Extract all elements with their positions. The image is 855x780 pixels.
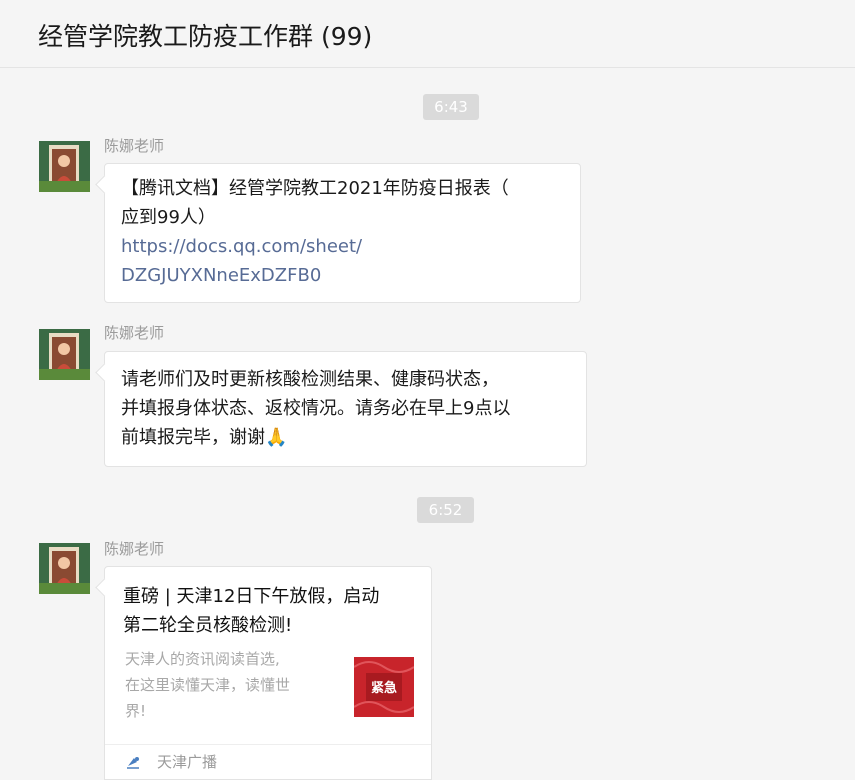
group-title: 经管学院教工防疫工作群 (99) (38, 22, 373, 51)
avatar-portrait-icon (39, 141, 90, 192)
message-text-line: 并填报身体状态、返校情况。请务必在早上9点以 (121, 398, 511, 419)
chat-header: 经管学院教工防疫工作群 (99) (0, 0, 855, 68)
avatar[interactable] (39, 329, 90, 380)
avatar-portrait-icon (39, 329, 90, 380)
article-source[interactable]: 天津广播 (105, 744, 431, 779)
article-desc-line: 在这里读懂天津，读懂世 (125, 676, 291, 694)
article-thumbnail: 紧急 (354, 657, 414, 717)
thumbnail-text: 紧急 (370, 681, 397, 696)
avatar-portrait-icon (39, 543, 90, 594)
sender-name: 陈娜老师 (104, 137, 165, 155)
article-title-line: 第二轮全员核酸检测! (123, 615, 293, 636)
message-text-line: 应到99人） (121, 207, 216, 228)
timestamp: 6:52 (417, 497, 474, 523)
message-text-line: 请老师们及时更新核酸检测结果、健康码状态， (121, 369, 499, 390)
article-card[interactable]: 重磅 | 天津12日下午放假，启动 第二轮全员核酸检测! 天津人的资讯阅读首选,… (104, 566, 432, 780)
timestamp: 6:43 (423, 94, 479, 120)
message-text-line: 【腾讯文档】经管学院教工2021年防疫日报表（ (121, 178, 509, 199)
source-name: 天津广播 (157, 753, 218, 771)
message-bubble[interactable]: 请老师们及时更新核酸检测结果、健康码状态， 并填报身体状态、返校情况。请务必在早… (104, 351, 587, 467)
doc-link[interactable]: DZGJUYXNneExDZFB0 (121, 261, 580, 290)
avatar[interactable] (39, 543, 90, 594)
doc-link[interactable]: https://docs.qq.com/sheet/ (121, 232, 580, 261)
message-text-line: 前填报完毕，谢谢 (121, 427, 265, 448)
sender-name: 陈娜老师 (104, 324, 165, 342)
article-title-line: 重磅 | 天津12日下午放假，启动 (123, 586, 380, 607)
sender-name: 陈娜老师 (104, 540, 165, 558)
avatar[interactable] (39, 141, 90, 192)
message-bubble[interactable]: 【腾讯文档】经管学院教工2021年防疫日报表（ 应到99人） https://d… (104, 163, 581, 303)
article-desc-line: 界! (125, 702, 147, 720)
praying-hands-icon: 🙏 (265, 427, 288, 448)
article-desc-line: 天津人的资讯阅读首选, (125, 650, 280, 668)
broadcast-icon (127, 757, 139, 769)
